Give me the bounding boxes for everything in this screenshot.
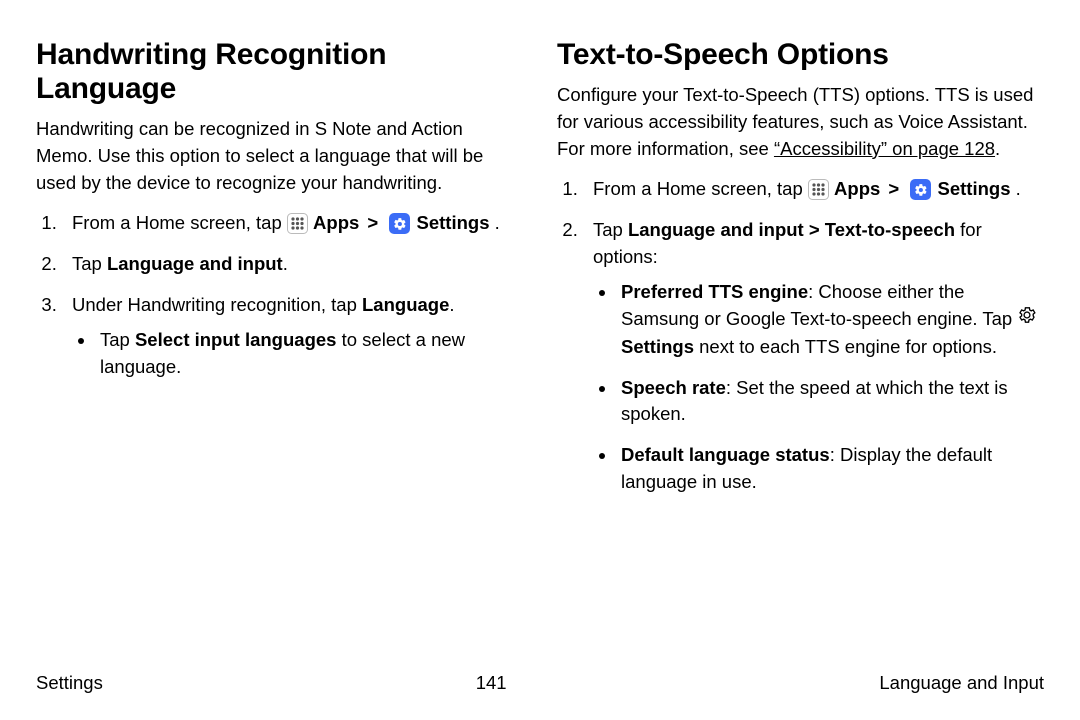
tts-step-1: From a Home screen, tap Apps > [583, 176, 1044, 203]
step2-bold: Language and input [107, 253, 283, 274]
opt1-settings-label: Settings [621, 336, 694, 357]
two-column-layout: Handwriting Recognition Language Handwri… [36, 38, 1044, 510]
settings-gear-icon [910, 179, 931, 200]
footer-left: Settings [36, 672, 103, 694]
b1-bold: Select input languages [135, 329, 337, 350]
page-footer: Settings 141 Language and Input [36, 672, 1044, 694]
intro-tts: Configure your Text-to-Speech (TTS) opti… [557, 82, 1044, 162]
opt1-bold: Preferred TTS engine [621, 281, 808, 302]
apps-label: Apps [313, 212, 359, 233]
settings-label: Settings [417, 212, 490, 233]
step2-text-c: . [283, 253, 288, 274]
right-column: Text-to-Speech Options Configure your Te… [557, 38, 1044, 510]
step3-bullet: Tap Select input languages to select a n… [96, 327, 523, 381]
intro-handwriting: Handwriting can be recognized in S Note … [36, 116, 523, 196]
tts-step2-a: Tap [593, 219, 628, 240]
chevron-right-icon: > [367, 212, 378, 233]
step2-text-a: Tap [72, 253, 107, 274]
tts-step2-b: Language and input > Text-to-speech [628, 219, 955, 240]
step-3: Under Handwriting recognition, tap Langu… [62, 292, 523, 380]
step3-text-a: Under Handwriting recognition, tap [72, 294, 362, 315]
tts-step1-a: From a Home screen, tap [593, 178, 808, 199]
manual-page: Handwriting Recognition Language Handwri… [0, 0, 1080, 720]
settings-label-r: Settings [938, 178, 1011, 199]
heading-handwriting: Handwriting Recognition Language [36, 38, 523, 106]
heading-tts: Text-to-Speech Options [557, 38, 1044, 72]
accessibility-link[interactable]: “Accessibility” on page 128 [774, 138, 995, 159]
opt1-text2: next to each TTS engine for options. [694, 336, 997, 357]
step1-period: . [490, 212, 500, 233]
tts-step1-period: . [1011, 178, 1021, 199]
left-column: Handwriting Recognition Language Handwri… [36, 38, 523, 510]
step1-text-a: From a Home screen, tap [72, 212, 287, 233]
apps-label-r: Apps [834, 178, 880, 199]
gear-outline-icon [1017, 305, 1037, 333]
tts-opt-3: Default language status: Display the def… [617, 442, 1044, 496]
footer-right: Language and Input [879, 672, 1044, 694]
step3-sublist: Tap Select input languages to select a n… [72, 327, 523, 381]
steps-tts: From a Home screen, tap Apps > [557, 176, 1044, 495]
opt3-bold: Default language status [621, 444, 830, 465]
b1-a: Tap [100, 329, 135, 350]
step3-text-c: . [449, 294, 454, 315]
step-2: Tap Language and input. [62, 251, 523, 278]
step3-bold: Language [362, 294, 449, 315]
step-1: From a Home screen, tap Apps > [62, 210, 523, 237]
apps-icon [287, 213, 308, 234]
footer-page-number: 141 [476, 672, 507, 694]
tts-opt-1: Preferred TTS engine: Choose either the … [617, 279, 1044, 361]
tts-options-list: Preferred TTS engine: Choose either the … [593, 279, 1044, 496]
apps-icon [808, 179, 829, 200]
settings-gear-icon [389, 213, 410, 234]
tts-step-2: Tap Language and input > Text-to-speech … [583, 217, 1044, 496]
chevron-right-icon: > [888, 178, 899, 199]
steps-handwriting: From a Home screen, tap Apps > [36, 210, 523, 380]
tts-opt-2: Speech rate: Set the speed at which the … [617, 375, 1044, 429]
intro-c: . [995, 138, 1000, 159]
opt2-bold: Speech rate [621, 377, 726, 398]
